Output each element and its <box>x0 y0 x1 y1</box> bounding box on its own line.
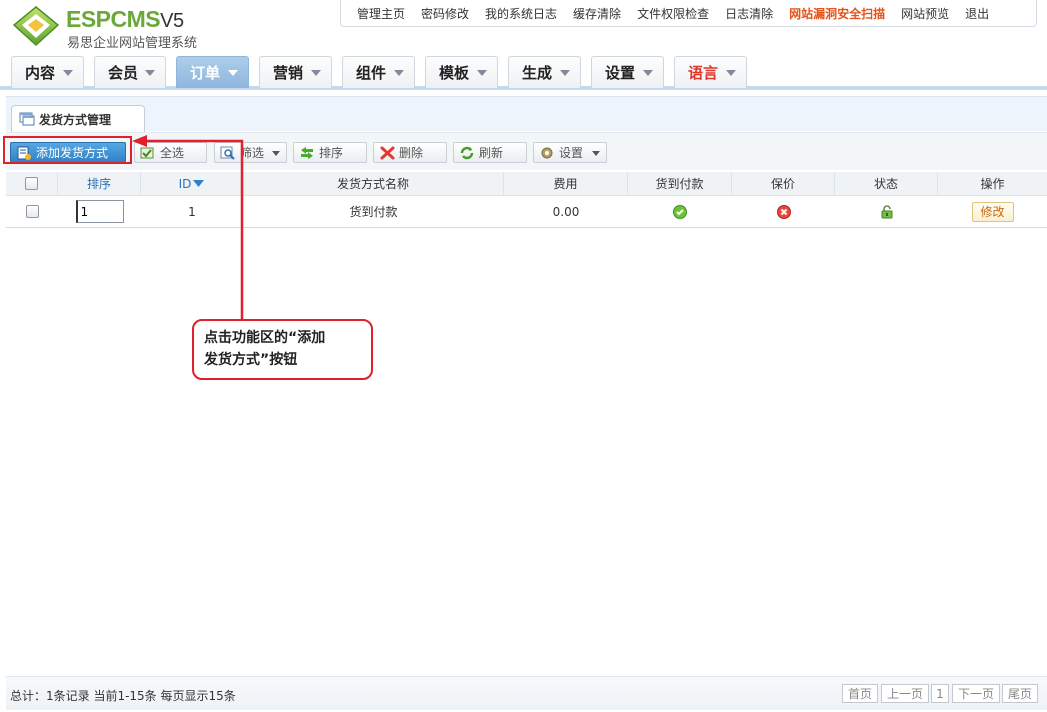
menu-tab-marketing[interactable]: 营销 <box>259 56 332 88</box>
column-name: 发货方式名称 <box>243 172 504 195</box>
row-insured-cell <box>732 196 835 227</box>
pager-current[interactable]: 1 <box>931 684 949 703</box>
record-summary: 总计：1条记录 当前1-15条 每页显示15条 <box>10 689 236 703</box>
header: ESPCMSV5 易思企业网站管理系统 管理主页 密码修改 我的系统日志 缓存清… <box>0 0 1047 51</box>
table-row: 1 货到付款 0.00 修改 <box>6 196 1047 228</box>
cross-circle-icon[interactable] <box>776 204 791 219</box>
main-menu: 内容 会员 订单 营销 组件 模板 生成 设置 语言 <box>0 54 1047 90</box>
top-nav: 管理主页 密码修改 我的系统日志 缓存清除 文件权限检查 日志清除 网站漏洞安全… <box>340 0 1037 27</box>
row-checkbox-cell <box>6 196 58 227</box>
pager-last[interactable]: 尾页 <box>1002 684 1038 703</box>
logo-brand: ESPCMSV5 <box>66 6 184 32</box>
chevron-down-icon <box>394 70 404 76</box>
pager-prev[interactable]: 上一页 <box>881 684 929 703</box>
toolbar: 添加发货方式 全选 筛选 排序 删除 刷新 设置 <box>6 132 1047 170</box>
espcms-logo-icon <box>12 6 60 47</box>
unlock-icon[interactable] <box>880 204 894 219</box>
sort-desc-icon <box>193 179 205 187</box>
chevron-down-icon <box>592 151 600 156</box>
chevron-down-icon <box>311 70 321 76</box>
delete-icon <box>380 146 395 159</box>
refresh-button[interactable]: 刷新 <box>453 142 527 163</box>
refresh-icon <box>460 146 474 159</box>
settings-button[interactable]: 设置 <box>533 142 607 163</box>
column-sort[interactable]: 排序 <box>58 172 141 195</box>
check-circle-icon[interactable] <box>673 204 687 219</box>
sort-order-input[interactable] <box>75 200 124 223</box>
row-checkbox[interactable] <box>25 205 39 218</box>
chevron-down-icon <box>477 70 487 76</box>
chevron-down-icon <box>63 70 73 76</box>
logo-subtitle: 易思企业网站管理系统 <box>67 36 198 51</box>
edit-button[interactable]: 修改 <box>971 201 1014 222</box>
select-all-checkbox-cell <box>6 172 58 195</box>
column-cod: 货到付款 <box>628 172 732 195</box>
row-action-cell: 修改 <box>938 196 1047 227</box>
column-status: 状态 <box>835 172 938 195</box>
annotation-callout: 点击功能区的“添加 发货方式”按钮 <box>192 319 373 380</box>
row-status-cell <box>835 196 938 227</box>
menu-tab-generate[interactable]: 生成 <box>508 56 581 88</box>
chevron-down-icon <box>726 70 736 76</box>
row-id: 1 <box>188 204 196 219</box>
select-all-checkbox[interactable] <box>25 177 38 190</box>
top-nav-password[interactable]: 密码修改 <box>421 5 469 22</box>
table-header: 排序 ID 发货方式名称 费用 货到付款 保价 状态 操作 <box>6 172 1047 196</box>
top-nav-security-scan[interactable]: 网站漏洞安全扫描 <box>789 5 885 22</box>
chevron-down-icon <box>145 70 155 76</box>
sort-button[interactable]: 排序 <box>293 142 367 163</box>
row-name: 货到付款 <box>349 205 398 219</box>
pager-first[interactable]: 首页 <box>842 684 878 703</box>
column-action: 操作 <box>980 177 1005 191</box>
pager-next[interactable]: 下一页 <box>952 684 1000 703</box>
chevron-down-icon <box>560 70 570 76</box>
menu-tab-templates[interactable]: 模板 <box>425 56 498 88</box>
delete-button[interactable]: 删除 <box>373 142 447 163</box>
top-nav-preview[interactable]: 网站预览 <box>901 5 949 22</box>
chevron-down-icon <box>643 70 653 76</box>
menu-tab-content[interactable]: 内容 <box>11 56 84 88</box>
chevron-down-icon <box>272 151 280 156</box>
top-nav-logout[interactable]: 退出 <box>965 5 989 22</box>
page-tab-shipping[interactable]: 发货方式管理 <box>11 105 145 132</box>
menu-tab-settings[interactable]: 设置 <box>591 56 664 88</box>
highlight-box <box>3 136 132 164</box>
select-all-button[interactable]: 全选 <box>134 142 207 163</box>
menu-tab-components[interactable]: 组件 <box>342 56 415 88</box>
logo: ESPCMSV5 易思企业网站管理系统 <box>10 3 240 51</box>
top-nav-file-permission[interactable]: 文件权限检查 <box>637 5 709 22</box>
row-fee: 0.00 <box>552 204 580 219</box>
column-fee: 费用 <box>504 172 628 195</box>
footer: 总计：1条记录 当前1-15条 每页显示15条 首页 上一页 1 下一页 尾页 <box>6 676 1047 710</box>
top-nav-clear-log[interactable]: 日志清除 <box>725 5 773 22</box>
top-nav-my-log[interactable]: 我的系统日志 <box>485 5 557 22</box>
page-tab-bar: 发货方式管理 <box>6 96 1047 132</box>
select-all-icon <box>140 147 154 158</box>
sort-icon <box>301 146 313 159</box>
menu-tab-members[interactable]: 会员 <box>94 56 166 88</box>
row-sort-cell <box>58 196 141 227</box>
gear-icon <box>541 147 553 158</box>
menu-tab-orders[interactable]: 订单 <box>176 56 249 88</box>
top-nav-home[interactable]: 管理主页 <box>357 5 405 22</box>
row-cod-cell <box>628 196 732 227</box>
column-insured: 保价 <box>732 172 835 195</box>
menu-tab-language[interactable]: 语言 <box>674 56 747 88</box>
column-id[interactable]: ID <box>141 172 243 195</box>
filter-button[interactable]: 筛选 <box>214 142 287 163</box>
top-nav-clear-cache[interactable]: 缓存清除 <box>573 5 621 22</box>
filter-icon <box>220 146 235 160</box>
chevron-down-icon <box>228 70 238 76</box>
window-icon <box>19 112 35 126</box>
